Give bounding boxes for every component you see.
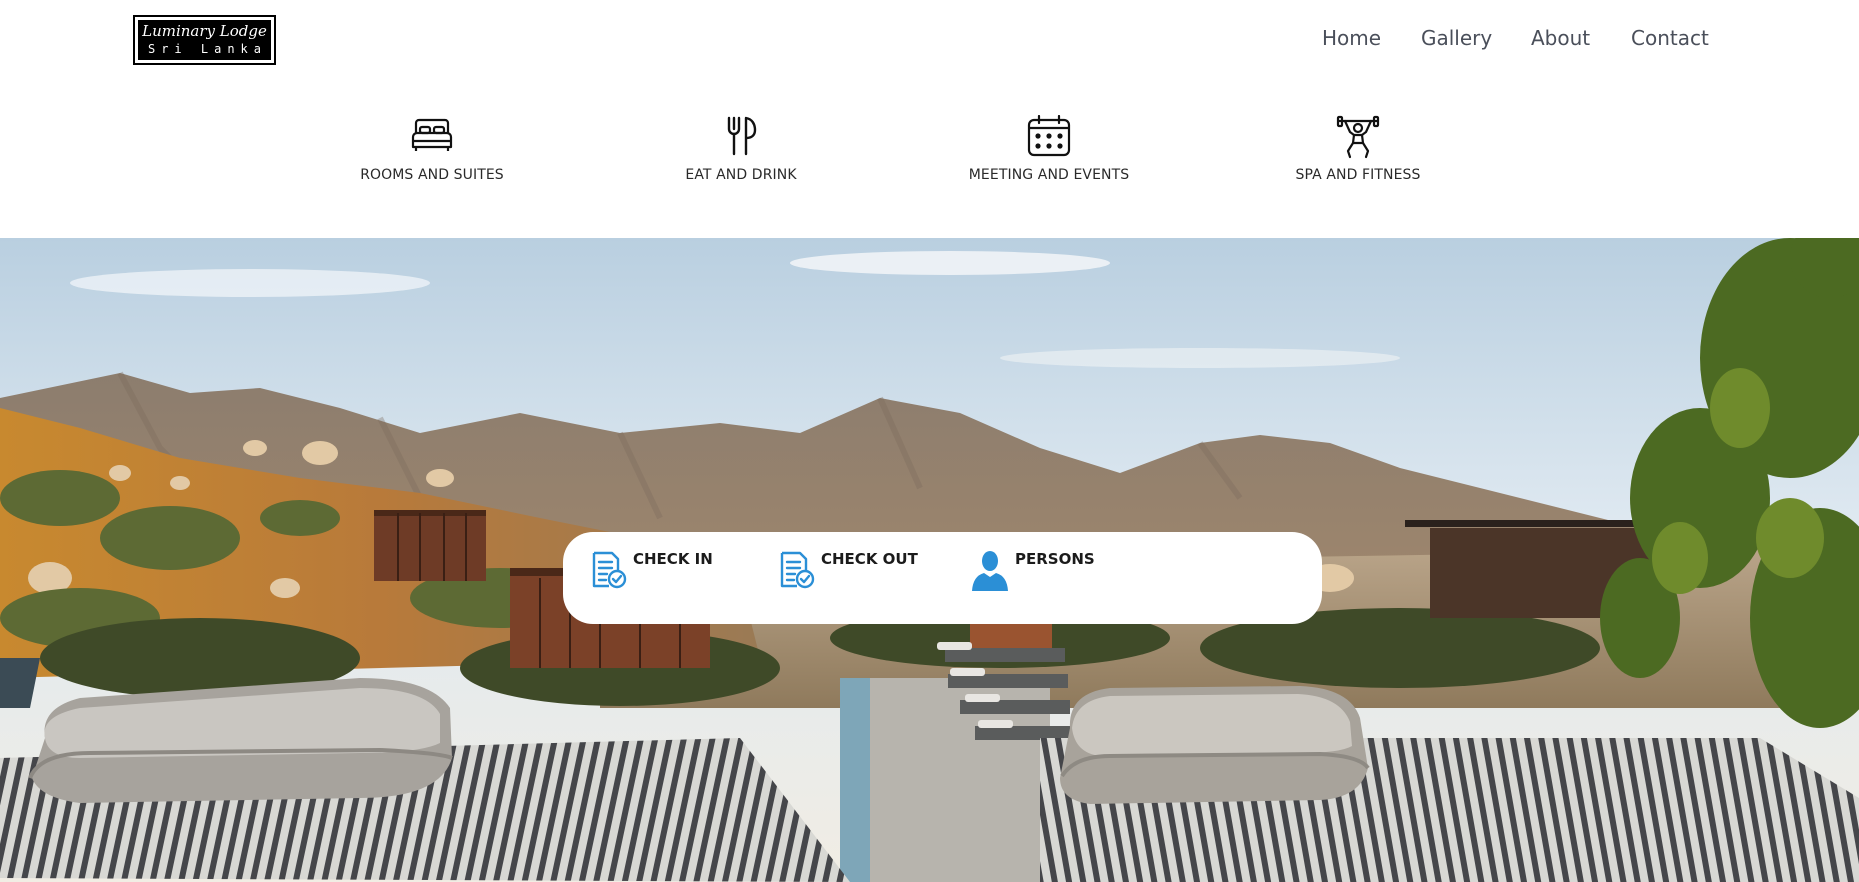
logo-title: Luminary Lodge bbox=[142, 22, 267, 40]
check-out-label: CHECK OUT bbox=[821, 550, 918, 568]
feature-spa-and-fitness[interactable]: SPA AND FITNESS bbox=[1248, 115, 1468, 183]
feature-label: SPA AND FITNESS bbox=[1295, 167, 1421, 183]
fork-knife-icon bbox=[727, 116, 757, 156]
feature-label: EAT AND DRINK bbox=[685, 167, 797, 183]
logo-badge: Luminary Lodge Sri Lanka bbox=[138, 20, 271, 60]
calendar-icon bbox=[1027, 115, 1071, 157]
site-logo[interactable]: Luminary Lodge Sri Lanka bbox=[133, 15, 276, 65]
feature-label: MEETING AND EVENTS bbox=[968, 167, 1130, 183]
document-check-icon bbox=[780, 551, 815, 589]
persons-label: PERSONS bbox=[1015, 550, 1095, 568]
person-icon bbox=[972, 551, 1008, 591]
booking-bar: CHECK IN CHECK OUT PERSONS bbox=[563, 532, 1322, 624]
bed-icon bbox=[411, 118, 453, 151]
logo-subtitle: Sri Lanka bbox=[147, 42, 268, 56]
feature-rooms-and-suites[interactable]: ROOMS AND SUITES bbox=[322, 115, 542, 183]
document-check-icon bbox=[592, 551, 627, 589]
weightlifter-icon bbox=[1336, 115, 1380, 159]
check-in-label: CHECK IN bbox=[633, 550, 713, 568]
nav-link-gallery[interactable]: Gallery bbox=[1421, 26, 1492, 50]
hero-banner: CHECK IN CHECK OUT PERSONS bbox=[0, 238, 1859, 882]
nav-link-home[interactable]: Home bbox=[1322, 26, 1381, 50]
feature-eat-and-drink[interactable]: EAT AND DRINK bbox=[631, 115, 851, 183]
nav-link-contact[interactable]: Contact bbox=[1631, 26, 1709, 50]
feature-label: ROOMS AND SUITES bbox=[360, 167, 504, 183]
nav-link-about[interactable]: About bbox=[1531, 26, 1590, 50]
feature-meeting-and-events[interactable]: MEETING AND EVENTS bbox=[939, 115, 1159, 183]
